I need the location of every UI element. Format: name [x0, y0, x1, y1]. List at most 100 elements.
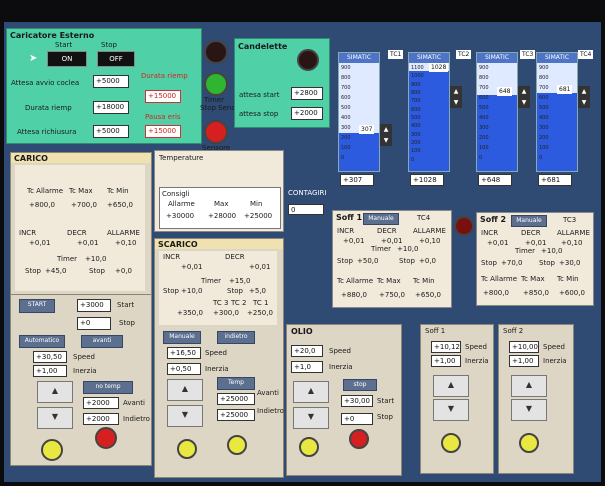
soff2-decr: DECR	[521, 229, 541, 237]
tank-scale-label: 800	[341, 75, 351, 81]
carico-speed-field[interactable]: +30,50	[33, 351, 67, 363]
soff2-manuale-button[interactable]: Manuale	[511, 215, 547, 227]
tank-spinner[interactable]: ▲ ▼	[450, 86, 462, 108]
scarico-inerzia-field[interactable]: +0,50	[167, 363, 201, 375]
carico-incr-v: +0,01	[29, 239, 51, 247]
tank-value-field[interactable]: +681	[538, 174, 572, 186]
tank-value-field[interactable]: +1028	[410, 174, 444, 186]
soff1-lower-speed-field[interactable]: +10,12	[431, 341, 461, 353]
tank-spinner[interactable]: ▲ ▼	[578, 86, 590, 108]
soff1-red-lamp	[454, 216, 474, 236]
durata-riemp-red-field[interactable]: +15000	[145, 90, 181, 103]
automatico-button[interactable]: Automatico	[19, 335, 65, 348]
tank-title: SIMATIC	[339, 53, 379, 63]
tank-scale-label: 100	[539, 145, 549, 151]
on-button[interactable]: ON	[47, 51, 87, 67]
soff1-lower-up-arrow[interactable]: ▲	[433, 375, 469, 397]
tank-readout: 1028	[429, 62, 449, 72]
tank-spinner[interactable]: ▲ ▼	[380, 124, 392, 146]
carico-start-field[interactable]: +3000	[77, 299, 111, 312]
soff2-lower-up-arrow[interactable]: ▲	[511, 375, 547, 397]
tank-scale-label: 800	[479, 75, 489, 81]
scarico-indietro-button[interactable]: indietro	[217, 331, 255, 344]
soff2-lower-down-arrow[interactable]: ▼	[511, 399, 547, 421]
attesa-richiusura-field[interactable]: +5000	[93, 125, 129, 138]
carico-up-arrow[interactable]: ▲	[37, 381, 73, 403]
scarico-up-arrow[interactable]: ▲	[167, 379, 203, 401]
soff1-manuale-button[interactable]: Manuale	[363, 213, 399, 225]
carico-inerzia-field[interactable]: +1,00	[33, 365, 67, 377]
soff2-incr: INCR	[481, 229, 499, 237]
carico-indietro-field[interactable]: +2000	[83, 413, 119, 425]
scarico-timer: Timer	[201, 277, 222, 285]
soff1-lower-title: Soff 1	[425, 327, 446, 335]
carico-speed-label: Speed	[73, 353, 95, 361]
scarico-indietro-field[interactable]: +25000	[217, 409, 255, 421]
tank-title: SIMATIC	[477, 53, 517, 63]
soff1-incr: INCR	[337, 227, 355, 235]
avanti-button[interactable]: avanti	[81, 335, 123, 348]
soff2-lower-inerzia-field[interactable]: +1,00	[509, 355, 539, 367]
scarico-stop2-label: Stop	[227, 287, 243, 295]
soff2-lower-speed-field[interactable]: +10,00	[509, 341, 539, 353]
arrow-up-icon: ▲	[447, 380, 455, 389]
olio-up-arrow[interactable]: ▲	[293, 381, 329, 403]
tank-scale-label: 400	[539, 115, 549, 121]
carico-val-0: +800,0	[29, 201, 55, 209]
soff1-lower-down-arrow[interactable]: ▼	[433, 399, 469, 421]
soff2-title: Soff 2	[480, 215, 507, 224]
tank-scale-label: 900	[341, 65, 351, 71]
contagiri-field[interactable]: 0	[288, 204, 324, 215]
scarico-temp-button[interactable]: Temp	[217, 377, 255, 390]
soff1-decr: DECR	[377, 227, 397, 235]
scarico-manuale-button[interactable]: Manuale	[163, 331, 201, 344]
soff2-val-2: +600,0	[559, 289, 585, 297]
scarico-avanti-field[interactable]: +25000	[217, 393, 255, 405]
scarico-avanti-label: Avanti	[257, 389, 279, 397]
off-button[interactable]: OFF	[97, 51, 135, 67]
start-button[interactable]: START	[19, 299, 55, 313]
tank-scale-label: 600	[479, 95, 489, 101]
scarico-down-arrow[interactable]: ▼	[167, 405, 203, 427]
tank-value-field[interactable]: +307	[340, 174, 374, 186]
soff1-timer: Timer	[371, 245, 392, 253]
tank-value-field[interactable]: +648	[478, 174, 512, 186]
olio-down-arrow[interactable]: ▼	[293, 407, 329, 429]
attesa-stop-field[interactable]: +2000	[291, 107, 323, 120]
tank-gauge: SIMATIC 900 800 700 600 500 400 300 200 100 0 648	[476, 52, 518, 172]
stop-label: Stop	[101, 41, 117, 49]
carico-title: CARICO	[14, 154, 48, 163]
attesa-avvio-field[interactable]: +5000	[93, 75, 129, 88]
olio-red-lamp	[349, 429, 369, 449]
scarico-speed-field[interactable]: +16,50	[167, 347, 201, 359]
olio-start-field[interactable]: +30,00	[341, 395, 373, 407]
attesa-start-field[interactable]: +2800	[291, 87, 323, 100]
temperature-title: Temperature	[159, 154, 204, 162]
carico-avanti-field[interactable]: +2000	[83, 397, 119, 409]
scarico-timer-v: +15,0	[229, 277, 251, 285]
soff1-lower-inerzia-label: Inerzia	[465, 357, 489, 365]
soff1-val-1: +750,0	[379, 291, 405, 299]
tank-scale-label: 600	[539, 95, 549, 101]
carico-down-arrow[interactable]: ▼	[37, 407, 73, 429]
olio-stop-field[interactable]: +0	[341, 413, 373, 425]
olio-stop-button[interactable]: stop	[343, 379, 377, 391]
contagiri-title: CONTAGIRI	[288, 189, 327, 197]
scarico-tc-0: TC 3	[213, 299, 229, 307]
durata-riemp-field[interactable]: +18000	[93, 101, 129, 114]
attesa-avvio-label: Attesa avvio coclea	[11, 79, 80, 87]
olio-speed-field[interactable]: +20,0	[291, 345, 323, 357]
tank-scale-label: 300	[341, 125, 351, 131]
soff1-col-1: Tc Max	[377, 277, 401, 285]
carico-stop-label: Stop	[25, 267, 41, 275]
olio-inerzia-field[interactable]: +1,0	[291, 361, 323, 373]
soff2-lower-title: Soff 2	[503, 327, 524, 335]
no-temp-button[interactable]: no temp	[83, 381, 133, 394]
pausa-eris-field[interactable]: +15000	[145, 125, 181, 138]
soff1-lower-inerzia-field[interactable]: +1,00	[431, 355, 461, 367]
tank-spinner[interactable]: ▲ ▼	[518, 86, 530, 108]
tank-scale-label: 200	[341, 135, 351, 141]
carico-stop-field[interactable]: +0	[77, 317, 111, 330]
scarico-tc-v1: +300,0	[213, 309, 239, 317]
tank-gauge: SIMATIC 900 800 700 600 500 400 300 200 100 0 307	[338, 52, 380, 172]
